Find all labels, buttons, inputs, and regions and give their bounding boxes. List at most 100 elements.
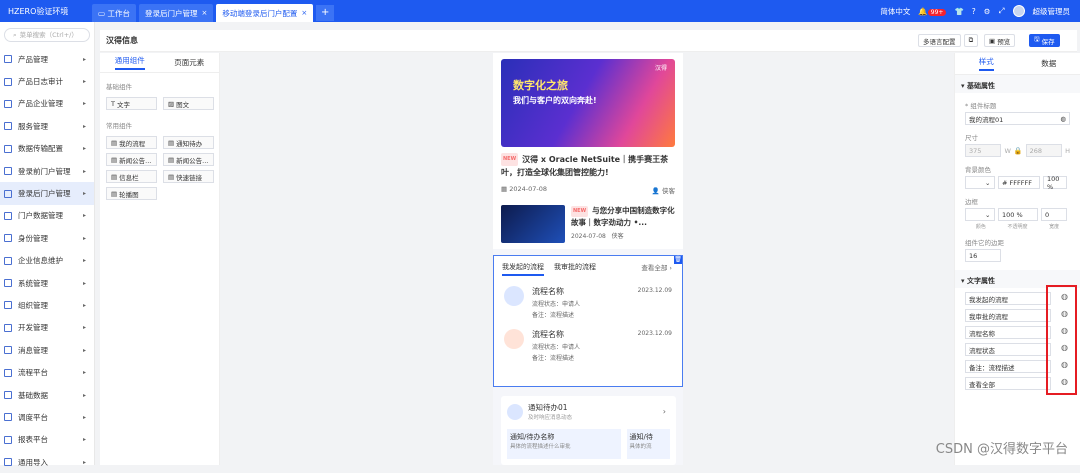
tab-label: 移动端登录后门户配置	[222, 8, 297, 19]
user-icon: 👤	[652, 187, 662, 195]
component-label: 新闻公告...	[176, 155, 208, 165]
sidebar-item[interactable]: 产品管理▸	[0, 48, 94, 70]
tab-data[interactable]: 数据	[1041, 58, 1056, 69]
notice-component[interactable]: 通知待办01及时响应消息动态 › 通知/待办名称具体的流程描述什么审批 通知/待…	[501, 396, 676, 465]
copy-icon[interactable]: ⧉	[964, 34, 978, 47]
text-property-input[interactable]: 我发起的流程	[965, 292, 1051, 305]
menu-search-input[interactable]: ⌕菜单搜索（Ctrl+/）	[4, 28, 90, 42]
close-icon[interactable]: ×	[301, 9, 307, 17]
language-select[interactable]: 简体中文	[880, 6, 910, 17]
tab-portal-manage[interactable]: 登录后门户管理×	[139, 4, 213, 22]
sidebar-item[interactable]: 门户数据管理▸	[0, 205, 94, 227]
globe-icon[interactable]: ◍	[1060, 115, 1066, 123]
news-title: NEW与您分享中国制造数字化故事｜数字劲动力 •...	[571, 205, 675, 228]
component-item[interactable]: ▤通知待办	[163, 136, 214, 149]
bg-color-select[interactable]: ⌄	[965, 176, 995, 189]
notice-card[interactable]: 通知/待具体的流	[627, 429, 670, 459]
sidebar-item[interactable]: 组织管理▸	[0, 294, 94, 316]
width-input[interactable]: 375	[965, 144, 1001, 157]
news-title[interactable]: NEW汉得 x Oracle NetSuite｜携手赛王茶叶，打造全球化集团管控…	[501, 153, 675, 179]
lock-icon[interactable]: 🔒	[1014, 147, 1023, 155]
border-opacity-input[interactable]: 100 %	[998, 208, 1038, 221]
component-item[interactable]: ▤快速链接	[163, 170, 214, 183]
view-all-link[interactable]: 查看全部 ›	[641, 262, 672, 272]
sidebar-item[interactable]: 数据传输配置▸	[0, 138, 94, 160]
h-label: H	[1065, 147, 1070, 155]
sidebar-item[interactable]: 系统管理▸	[0, 272, 94, 294]
common-components: ▤我的流程 ▤通知待办 ▤新闻公告... ▤新闻公告... ▤信息栏 ▤快速链接 ▤轮播图	[100, 134, 219, 202]
new-tag: NEW	[501, 153, 518, 166]
save-icon: 🖫	[1034, 35, 1042, 46]
tab-mobile-portal-config[interactable]: 移动端登录后门户配置 ×	[216, 4, 313, 22]
tab-workbench[interactable]: ▭ 工作台	[92, 4, 136, 22]
shirt-icon[interactable]: 👕	[954, 7, 963, 16]
tab-page-elements[interactable]: 页面元素	[174, 57, 204, 68]
component-image-text[interactable]: ▨图文	[163, 97, 214, 110]
notice-card-sub: 具体的流	[630, 442, 667, 450]
sidebar-item[interactable]: 通用导入▸	[0, 451, 94, 473]
text-property-input[interactable]: 流程名称	[965, 326, 1051, 339]
flow-status: 流程状态：申请人	[532, 342, 580, 351]
bg-opacity-input[interactable]: 100 %	[1043, 176, 1067, 189]
sidebar-item[interactable]: 产品日志审计▸	[0, 70, 94, 92]
news-component[interactable]: 汉得 数字化之旅 我们与客户的双向奔赴! NEW汉得 x Oracle NetS…	[493, 53, 683, 249]
help-icon[interactable]: ?	[972, 7, 976, 16]
my-flow-component[interactable]: 🗑 我发起的流程 我审批的流程 查看全部 › 流程名称流程状态：申请人备注：流程…	[493, 255, 683, 387]
basic-section[interactable]: ▾ 基础属性	[955, 75, 1080, 93]
component-item[interactable]: ▤轮播图	[106, 187, 157, 200]
sidebar-item[interactable]: 登录前门户管理▸	[0, 160, 94, 182]
user-name[interactable]: 超级管理员	[1033, 6, 1071, 17]
flow-tabs: 我发起的流程 我审批的流程 查看全部 ›	[494, 256, 682, 276]
sidebar-item[interactable]: 消息管理▸	[0, 339, 94, 361]
component-label: 快速链接	[176, 172, 202, 182]
chevron-right-icon[interactable]: ›	[663, 407, 666, 416]
menu-icon	[4, 122, 12, 130]
sidebar-item[interactable]: 企业信息维护▸	[0, 250, 94, 272]
sidebar-item-label: 消息管理	[18, 345, 48, 356]
save-button[interactable]: 🖫 保存	[1029, 34, 1060, 47]
tab-common-components[interactable]: 通用组件	[115, 55, 145, 70]
sidebar-item[interactable]: 开发管理▸	[0, 317, 94, 339]
text-property-input[interactable]: 查看全部	[965, 377, 1051, 390]
add-tab-button[interactable]: +	[316, 5, 334, 21]
tab-style[interactable]: 样式	[979, 56, 994, 71]
multi-language-button[interactable]: 多语言配置	[918, 34, 961, 47]
sidebar-item[interactable]: 调度平台▸	[0, 406, 94, 428]
component-text[interactable]: T文字	[106, 97, 157, 110]
tab-initiated-flows[interactable]: 我发起的流程	[502, 262, 544, 276]
bell-icon[interactable]: 🔔99+	[918, 7, 946, 16]
settings-icon[interactable]: ⚙	[984, 7, 991, 16]
radius-input[interactable]: 16	[965, 249, 1001, 262]
notice-card[interactable]: 通知/待办名称具体的流程描述什么审批	[507, 429, 621, 459]
component-item[interactable]: ▤信息栏	[106, 170, 157, 183]
text-property-input[interactable]: 我审批的流程	[965, 309, 1051, 322]
preview-button[interactable]: ▣ 预览	[984, 34, 1015, 47]
comp-title-input[interactable]: 我的流程01◍	[965, 112, 1070, 125]
avatar[interactable]	[1013, 5, 1025, 17]
height-input[interactable]: 268	[1026, 144, 1062, 157]
tab-approved-flows[interactable]: 我审批的流程	[554, 262, 596, 276]
sidebar-item[interactable]: 流程平台▸	[0, 361, 94, 383]
sidebar-item[interactable]: 产品企业管理▸	[0, 93, 94, 115]
text-property-input[interactable]: 备注：流程描述	[965, 360, 1051, 373]
news-item[interactable]: NEW与您分享中国制造数字化故事｜数字劲动力 •... 2024-07-08 侠…	[501, 205, 675, 243]
component-item[interactable]: ▤新闻公告...	[163, 153, 214, 166]
border-width-input[interactable]: 0	[1041, 208, 1067, 221]
flow-item[interactable]: 流程名称流程状态：申请人备注：流程描述 2023.12.09	[494, 276, 682, 319]
component-item[interactable]: ▤我的流程	[106, 136, 157, 149]
sidebar-item[interactable]: 身份管理▸	[0, 227, 94, 249]
border-color-select[interactable]: ⌄	[965, 208, 995, 221]
search-icon: ⌕	[13, 29, 17, 41]
close-icon[interactable]: ×	[201, 9, 207, 17]
chevron-right-icon: ▸	[83, 168, 86, 175]
sidebar-item[interactable]: 服务管理▸	[0, 115, 94, 137]
sidebar-item[interactable]: 报表平台▸	[0, 429, 94, 451]
component-item[interactable]: ▤新闻公告...	[106, 153, 157, 166]
text-property-input[interactable]: 流程状态	[965, 343, 1051, 356]
bg-color-input[interactable]: # FFFFFF	[998, 176, 1040, 189]
fullscreen-icon[interactable]: ⤢	[999, 6, 1005, 16]
flow-item[interactable]: 流程名称流程状态：申请人备注：流程描述 2023.12.09	[494, 319, 682, 362]
chevron-down-icon: ⌄	[985, 179, 990, 187]
sidebar-item[interactable]: 登录后门户管理▸	[0, 182, 94, 204]
sidebar-item[interactable]: 基础数据▸	[0, 384, 94, 406]
